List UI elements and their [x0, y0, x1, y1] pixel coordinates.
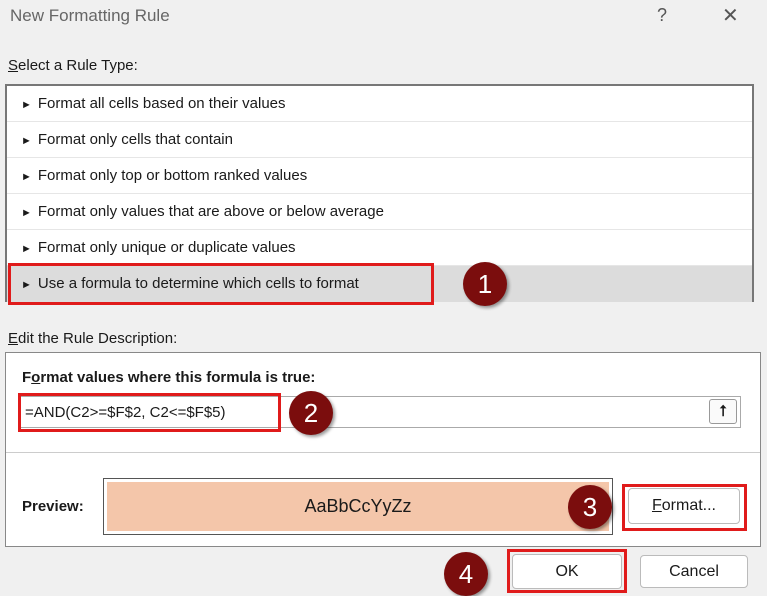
formula-input[interactable]: =AND(C2>=$F$2, C2<=$F$5) — [18, 396, 741, 428]
divider — [6, 452, 760, 453]
arrow-icon: ► — [21, 207, 32, 219]
item-label: Format only cells that contain — [37, 131, 233, 148]
rule-type-item[interactable]: ► Format only cells that contain — [7, 122, 752, 158]
arrow-icon: ► — [21, 171, 32, 183]
rule-type-item[interactable]: ► Format only top or bottom ranked values — [7, 158, 752, 194]
dialog-title: New Formatting Rule — [10, 6, 170, 25]
arrow-icon: ► — [21, 243, 32, 255]
label-mnemonic: o — [31, 369, 41, 386]
item-label: Format only unique or duplicate values — [37, 239, 296, 256]
item-label: Use a formula to determine which cells t… — [37, 275, 359, 292]
preview-text: AaBbCcYyZz — [107, 482, 609, 531]
close-button[interactable]: ✕ — [722, 3, 739, 28]
ok-button[interactable]: OK — [512, 554, 622, 589]
rule-type-item[interactable]: ► Format only unique or duplicate values — [7, 230, 752, 266]
formula-label: Format values where this formula is true… — [22, 369, 315, 386]
rule-type-label: Select a Rule Type: — [8, 57, 138, 74]
step-badge: 4 — [444, 552, 488, 596]
label-text: dit the Rule Description: — [18, 330, 178, 347]
item-label: Format all cells based on their values — [37, 95, 286, 112]
item-label: Format only top or bottom ranked values — [37, 167, 308, 184]
step-badge: 3 — [568, 485, 612, 529]
rule-type-item[interactable]: ► Format only values that are above or be… — [7, 194, 752, 230]
collapse-dialog-icon[interactable]: ⭡ — [709, 399, 737, 424]
step-badge: 2 — [289, 391, 333, 435]
label-text: ormat... — [661, 497, 716, 514]
preview-box: AaBbCcYyZz — [103, 478, 613, 535]
label-mnemonic: S — [8, 57, 19, 74]
label-text: rmat values where this formula is true: — [40, 369, 316, 386]
rule-type-item[interactable]: ► Format all cells based on their values — [7, 86, 752, 122]
step-badge: 1 — [463, 262, 507, 306]
label-mnemonic: F — [651, 497, 662, 514]
arrow-icon: ► — [21, 99, 32, 111]
cancel-button[interactable]: Cancel — [640, 555, 748, 588]
format-button[interactable]: Format... — [628, 488, 740, 524]
rule-type-list[interactable]: ► Format all cells based on their values … — [5, 84, 754, 302]
arrow-icon: ► — [21, 135, 32, 147]
label-text: elect a Rule Type: — [18, 57, 138, 74]
item-label: Format only values that are above or bel… — [37, 203, 384, 220]
rule-type-item-selected[interactable]: ► Use a formula to determine which cells … — [7, 266, 752, 302]
help-button[interactable]: ? — [657, 5, 667, 26]
arrow-icon: ► — [21, 279, 32, 291]
preview-label: Preview: — [22, 498, 84, 515]
rule-description-label: Edit the Rule Description: — [8, 330, 177, 347]
label-text: F — [22, 369, 32, 386]
label-mnemonic: E — [8, 330, 19, 347]
